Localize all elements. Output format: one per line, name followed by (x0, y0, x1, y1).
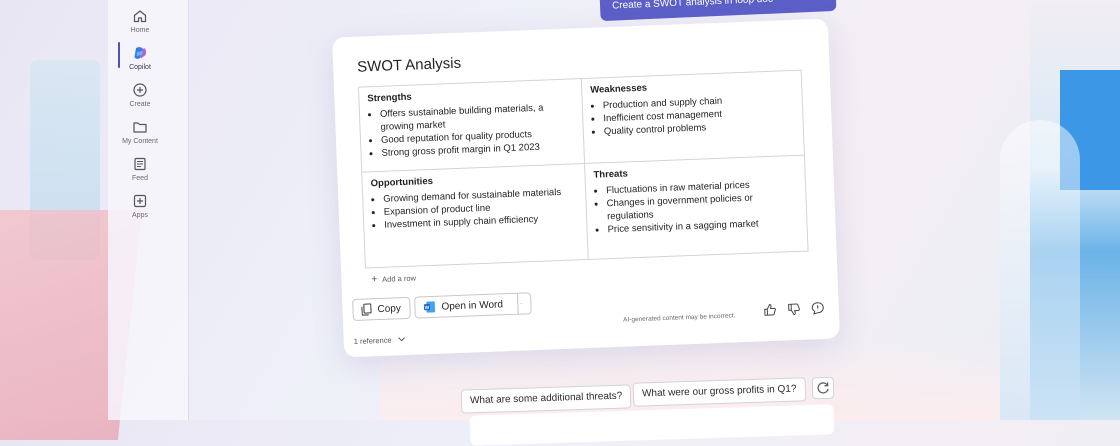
reference-label: 1 reference (353, 335, 392, 347)
nav-item-label: Feed (132, 175, 148, 182)
copy-icon (361, 303, 372, 316)
swot-response-card: SWOT Analysis Strengths Offers sustainab… (332, 18, 840, 358)
thumbs-down-icon[interactable] (787, 302, 802, 317)
feedback-icon[interactable] (811, 301, 826, 316)
thumbs-up-icon[interactable] (763, 303, 778, 318)
chevron-down-icon (398, 337, 406, 342)
nav-item-label: Apps (132, 212, 148, 219)
add-row-label: Add a row (382, 273, 417, 284)
nav-item-home[interactable]: Home (108, 8, 172, 34)
left-nav-rail: Home Copilot Create My Content Feed Apps (108, 0, 189, 420)
background-glass (1000, 120, 1080, 420)
nav-item-label: My Content (122, 138, 158, 145)
refresh-suggestions-button[interactable] (811, 376, 835, 400)
copy-label: Copy (377, 302, 402, 315)
nav-item-label: Create (129, 101, 151, 108)
feed-icon (132, 156, 148, 172)
nav-item-my-content[interactable]: My Content (108, 119, 172, 145)
open-in-word-button[interactable]: W Open in Word (414, 292, 519, 319)
references-toggle[interactable]: 1 reference (354, 335, 406, 346)
nav-item-label: Home (130, 27, 150, 34)
svg-text:W: W (425, 305, 430, 311)
copy-button[interactable]: Copy (352, 296, 411, 322)
plus-icon: + (371, 274, 378, 286)
swot-cell-opportunities[interactable]: Opportunities Growing demand for sustain… (362, 163, 588, 268)
nav-item-apps[interactable]: Apps (108, 193, 172, 219)
user-prompt-bubble: Create a SWOT analysis in loop doc (599, 0, 837, 22)
swot-cell-strengths[interactable]: Strengths Offers sustainable building ma… (359, 79, 584, 171)
add-row-button[interactable]: + Add a row (371, 273, 416, 286)
open-in-word-dropdown[interactable] (516, 292, 532, 315)
card-title: SWOT Analysis (356, 54, 462, 76)
open-in-word-label: Open in Word (441, 298, 504, 313)
refresh-icon (817, 382, 829, 394)
copilot-icon (132, 45, 148, 61)
nav-item-feed[interactable]: Feed (108, 156, 172, 182)
nav-item-label: Copilot (129, 64, 151, 71)
nav-item-copilot[interactable]: Copilot (108, 45, 172, 71)
swot-cell-weaknesses[interactable]: Weaknesses Production and supply chain I… (580, 70, 804, 164)
nav-item-create[interactable]: Create (108, 82, 172, 108)
create-icon (132, 82, 148, 98)
home-icon (132, 8, 148, 24)
apps-icon (132, 193, 148, 209)
word-icon: W (423, 301, 436, 313)
chevron-down-icon (520, 303, 523, 305)
folder-icon (132, 119, 148, 135)
swot-table[interactable]: Strengths Offers sustainable building ma… (357, 69, 809, 269)
ai-disclaimer: AI-generated content may be incorrect. (622, 312, 736, 324)
swot-cell-threats[interactable]: Threats Fluctuations in raw material pri… (584, 154, 808, 259)
